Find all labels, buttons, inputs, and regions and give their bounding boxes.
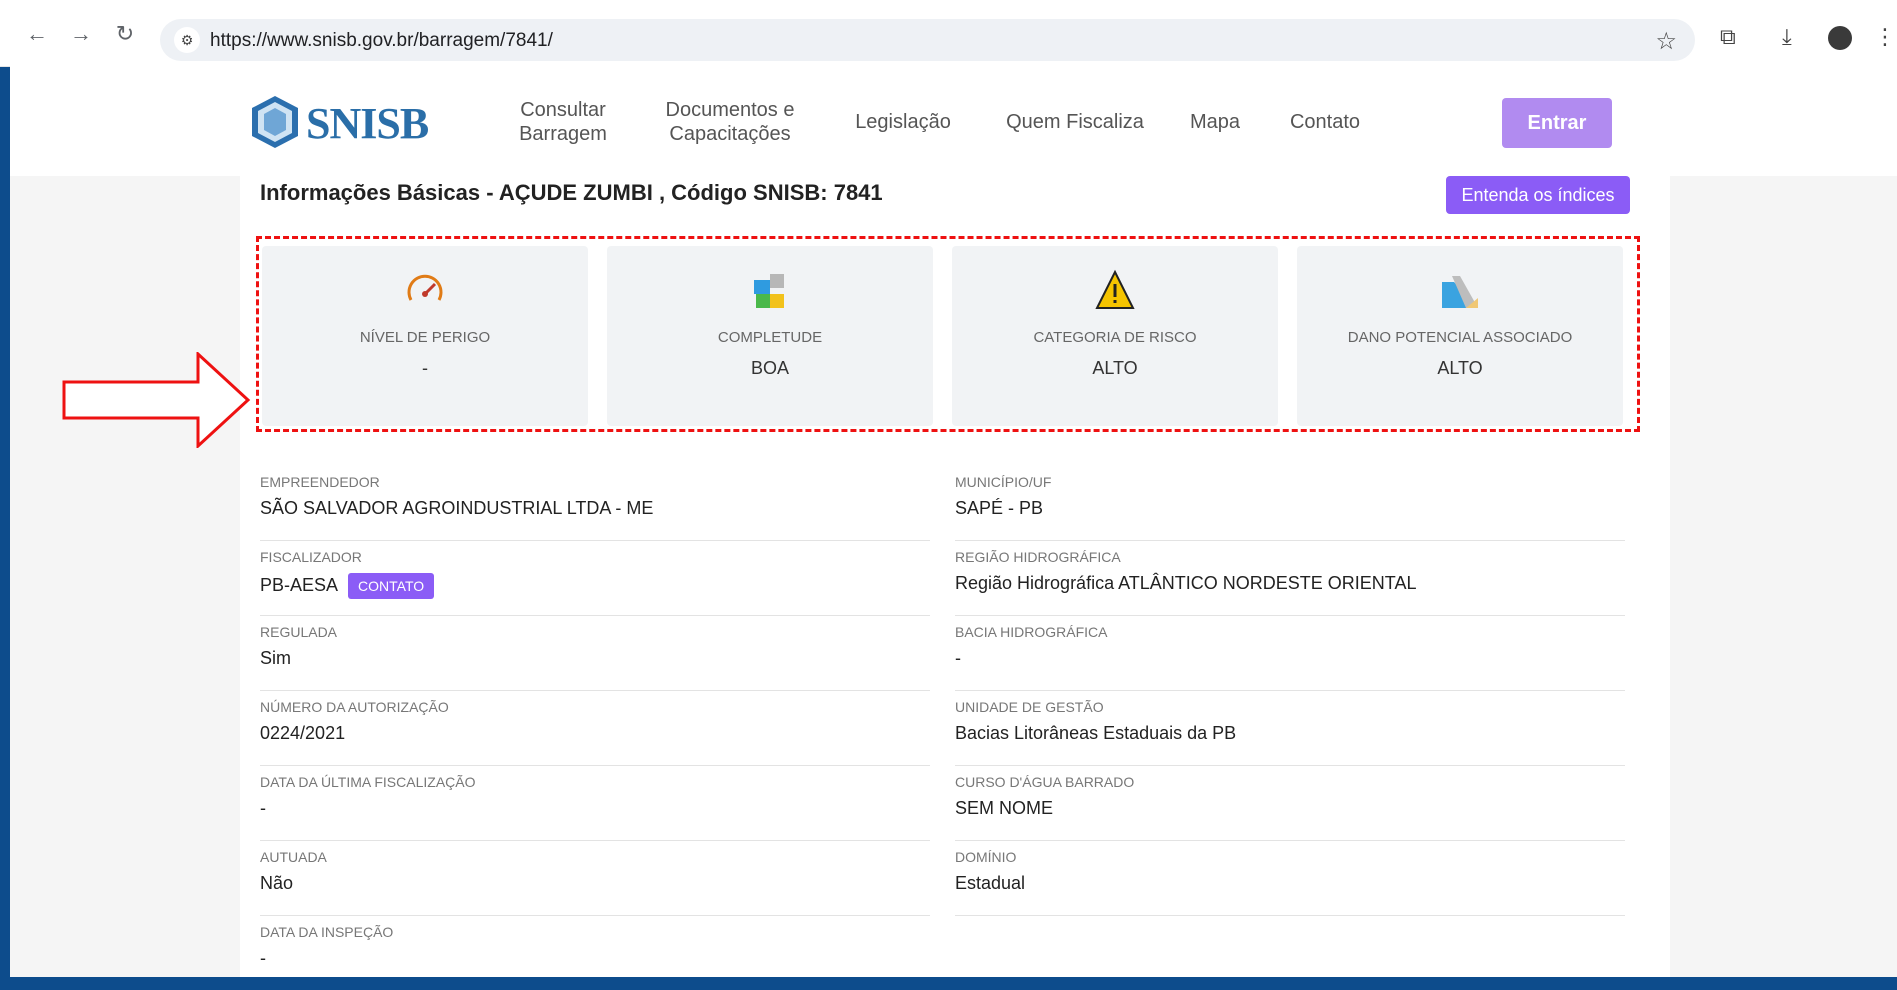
field-label: DATA DA INSPEÇÃO	[260, 924, 394, 940]
bookmark-star-icon[interactable]: ☆	[1655, 27, 1677, 56]
menu-line: Capacitações	[669, 123, 791, 145]
address-bar[interactable]: ⚙ https://www.snisb.gov.br/barragem/7841…	[160, 19, 1695, 61]
url-text[interactable]: https://www.snisb.gov.br/barragem/7841/	[210, 30, 553, 52]
field-value: SÃO SALVADOR AGROINDUSTRIAL LTDA - ME	[260, 498, 654, 518]
login-button[interactable]: Entrar	[1502, 98, 1612, 148]
field-label: MUNICÍPIO/UF	[955, 474, 1052, 490]
field-value: Não	[260, 873, 294, 893]
field-label: DATA DA ÚLTIMA FISCALIZAÇÃO	[260, 774, 476, 790]
warning-icon	[1095, 269, 1135, 309]
menu-line: Consultar	[520, 99, 606, 121]
menu-line: Documentos e	[665, 99, 795, 121]
field-bacia-hidrografica: BACIA HIDROGRÁFICA -	[955, 616, 1625, 691]
field-value-row: PB-AESA CONTATO	[260, 573, 435, 599]
left-field-column: EMPREENDEDOR SÃO SALVADOR AGROINDUSTRIAL…	[260, 466, 930, 990]
menu-contato[interactable]: Contato	[1280, 110, 1370, 134]
red-arrow-icon	[62, 352, 251, 448]
forward-arrow-icon[interactable]: →	[70, 23, 92, 45]
speedometer-icon	[407, 274, 443, 301]
menu-kebab-icon[interactable]: ⋮	[1874, 24, 1896, 50]
card-value: ALTO	[1092, 358, 1138, 378]
field-curso-agua-barrado: CURSO D'ÁGUA BARRADO SEM NOME	[955, 766, 1625, 841]
field-label: AUTUADA	[260, 849, 327, 865]
card-value: -	[422, 358, 428, 378]
field-value: SEM NOME	[955, 798, 1054, 818]
card-label: NÍVEL DE PERIGO	[359, 329, 491, 346]
field-label: REGIÃO HIDROGRÁFICA	[955, 549, 1121, 565]
card-value: BOA	[750, 358, 789, 378]
card-categoria-risco: CATEGORIA DE RISCO ALTO	[952, 246, 1278, 426]
indices-button[interactable]: Entenda os índices	[1446, 176, 1630, 214]
field-empreendedor: EMPREENDEDOR SÃO SALVADOR AGROINDUSTRIAL…	[260, 466, 930, 541]
card-label: CATEGORIA DE RISCO	[1033, 329, 1197, 346]
page-title: Informações Básicas - AÇUDE ZUMBI , Códi…	[260, 180, 883, 205]
field-value: Bacias Litorâneas Estaduais da PB	[955, 723, 1237, 743]
card-label: DANO POTENCIAL ASSOCIADO	[1347, 329, 1573, 346]
menu-line: Barragem	[519, 123, 607, 145]
field-value: -	[260, 798, 266, 818]
field-label: UNIDADE DE GESTÃO	[955, 699, 1104, 715]
browser-chrome: ← → ↻ ⚙ https://www.snisb.gov.br/barrage…	[0, 0, 1897, 67]
card-label: COMPLETUDE	[717, 329, 823, 346]
field-data-inspecao: DATA DA INSPEÇÃO -	[260, 916, 930, 990]
contato-badge-button[interactable]: CONTATO	[348, 573, 435, 599]
main-content: Informações Básicas - AÇUDE ZUMBI , Códi…	[240, 176, 1670, 977]
field-value: -	[955, 648, 961, 668]
field-unidade-gestao: UNIDADE DE GESTÃO Bacias Litorâneas Esta…	[955, 691, 1625, 766]
field-data-ultima-fiscalizacao: DATA DA ÚLTIMA FISCALIZAÇÃO -	[260, 766, 930, 841]
field-fiscalizador: FISCALIZADOR PB-AESA CONTATO	[260, 541, 930, 616]
field-value: 0224/2021	[260, 723, 346, 743]
extensions-icon[interactable]: ⧉	[1720, 24, 1736, 50]
field-municipio-uf: MUNICÍPIO/UF SAPÉ - PB	[955, 466, 1625, 541]
field-label: EMPREENDEDOR	[260, 474, 380, 490]
profile-avatar[interactable]	[1828, 26, 1852, 50]
logo-cube-icon	[252, 96, 298, 148]
field-value: Estadual	[955, 873, 1026, 893]
site-settings-icon[interactable]: ⚙	[174, 27, 200, 53]
field-value: PB-AESA	[260, 574, 339, 595]
field-label: DOMÍNIO	[955, 849, 1017, 865]
field-value: SAPÉ - PB	[955, 498, 1044, 518]
field-label: FISCALIZADOR	[260, 549, 362, 565]
dam-icon	[1442, 276, 1478, 308]
menu-quem-fiscaliza[interactable]: Quem Fiscaliza	[1000, 110, 1150, 134]
menu-consultar-barragem[interactable]: Consultar Barragem	[508, 98, 618, 146]
site-header: SNISB Consultar Barragem Documentos e Ca…	[10, 66, 1897, 176]
field-value: -	[260, 948, 266, 968]
field-regulada: REGULADA Sim	[260, 616, 930, 691]
menu-mapa[interactable]: Mapa	[1180, 110, 1250, 134]
card-nivel-perigo: NÍVEL DE PERIGO -	[262, 246, 588, 426]
field-dominio: DOMÍNIO Estadual	[955, 841, 1625, 916]
field-label: REGULADA	[260, 624, 338, 640]
field-label: CURSO D'ÁGUA BARRADO	[955, 774, 1135, 790]
puzzle-icon	[754, 274, 784, 308]
menu-legislacao[interactable]: Legislação	[848, 110, 958, 134]
snisb-logo[interactable]: SNISB	[250, 92, 429, 152]
menu-documentos-capacitacoes[interactable]: Documentos e Capacitações	[660, 98, 800, 146]
field-numero-autorizacao: NÚMERO DA AUTORIZAÇÃO 0224/2021	[260, 691, 930, 766]
field-value: Região Hidrográfica ATLÂNTICO NORDESTE O…	[955, 573, 1417, 593]
download-icon[interactable]: ⤓	[1782, 24, 1792, 50]
page-margin-right	[1670, 176, 1897, 977]
logo-text: SNISB	[306, 99, 429, 148]
field-autuada: AUTUADA Não	[260, 841, 930, 916]
field-label: NÚMERO DA AUTORIZAÇÃO	[260, 699, 449, 715]
field-label: BACIA HIDROGRÁFICA	[955, 624, 1108, 640]
card-value: ALTO	[1437, 358, 1483, 378]
card-completude: COMPLETUDE BOA	[607, 246, 933, 426]
web-page: SNISB Consultar Barragem Documentos e Ca…	[10, 66, 1897, 977]
reload-icon[interactable]: ↻	[114, 23, 136, 45]
back-arrow-icon[interactable]: ←	[26, 23, 48, 45]
right-field-column: MUNICÍPIO/UF SAPÉ - PB REGIÃO HIDROGRÁFI…	[955, 466, 1625, 916]
page-margin-left	[10, 176, 240, 977]
field-regiao-hidrografica: REGIÃO HIDROGRÁFICA Região Hidrográfica …	[955, 541, 1625, 616]
card-dano-potencial: DANO POTENCIAL ASSOCIADO ALTO	[1297, 246, 1623, 426]
field-value: Sim	[260, 648, 291, 668]
